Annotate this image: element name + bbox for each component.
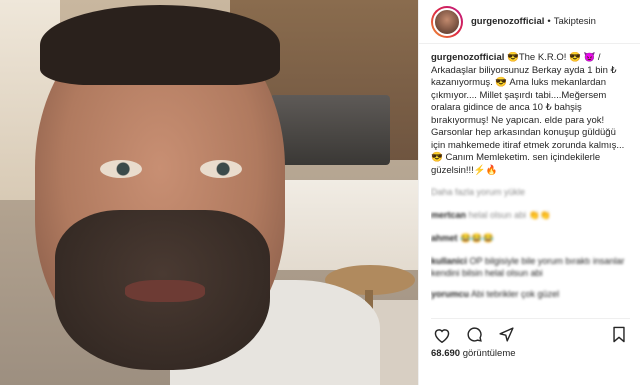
comment-item: kullanici OP bilgisiyle bile yorum bırak… bbox=[431, 255, 630, 279]
comment-username[interactable]: mertcan bbox=[431, 210, 466, 220]
comment-item: yorumcu Abi tebrikler çok güzel bbox=[431, 288, 630, 300]
follow-button[interactable]: Takiptesin bbox=[554, 16, 596, 27]
header-text: gurgenozofficial • Takiptesin bbox=[471, 16, 596, 27]
comment-text: helal olsun abi 👏👏 bbox=[468, 210, 551, 220]
header-username[interactable]: gurgenozofficial bbox=[471, 16, 544, 27]
bookmark-icon bbox=[613, 326, 625, 343]
video-player[interactable] bbox=[0, 0, 418, 385]
avatar-image bbox=[433, 7, 461, 36]
comment-text: 😂😂😂 bbox=[460, 233, 494, 243]
post-header: gurgenozofficial • Takiptesin bbox=[419, 0, 640, 44]
avatar[interactable] bbox=[431, 5, 463, 38]
view-count-label: görüntüleme bbox=[462, 348, 516, 359]
comment-item: mertcan helal olsun abi 👏👏 bbox=[431, 209, 630, 223]
comment-button[interactable] bbox=[463, 324, 485, 346]
post-caption: gurgenozofficial 😎The K.R.O! 😎 😈 / Arkad… bbox=[431, 52, 630, 177]
share-icon bbox=[498, 327, 514, 342]
person-right-eye bbox=[200, 160, 242, 178]
comment-item: ahmet 😂😂😂 bbox=[431, 232, 630, 246]
comment-text: Abi tebrikler çok güzel bbox=[471, 289, 560, 299]
background-coffee-machine bbox=[270, 95, 390, 165]
load-more-comments[interactable]: Daha fazla yorum yükle bbox=[431, 186, 630, 200]
person-hair bbox=[40, 5, 280, 85]
like-button[interactable] bbox=[431, 324, 453, 346]
action-bar bbox=[431, 318, 630, 344]
view-count-number: 68.690 bbox=[431, 348, 461, 359]
comment-username[interactable]: yorumcu bbox=[431, 289, 469, 299]
load-more-label: Daha fazla yorum yükle bbox=[431, 187, 526, 197]
share-button[interactable] bbox=[495, 324, 517, 346]
comment-username[interactable]: kullanici bbox=[431, 256, 467, 266]
caption-username[interactable]: gurgenozofficial bbox=[431, 52, 504, 63]
comment-username[interactable]: ahmet bbox=[431, 233, 458, 243]
person-left-eye bbox=[100, 160, 142, 178]
view-count: 68.690 görüntüleme bbox=[431, 348, 516, 359]
header-separator: • bbox=[547, 16, 551, 27]
comment-icon bbox=[466, 327, 482, 342]
save-button[interactable] bbox=[608, 324, 630, 346]
post-panel: gurgenozofficial • Takiptesin gurgenozoffi… bbox=[418, 0, 640, 385]
comments-section: gurgenozofficial 😎The K.R.O! 😎 😈 / Arkad… bbox=[431, 52, 630, 310]
person-mouth bbox=[125, 280, 205, 302]
caption-text: 😎The K.R.O! 😎 😈 / Arkadaşlar biliyorsunu… bbox=[431, 52, 625, 176]
heart-icon bbox=[434, 328, 450, 343]
